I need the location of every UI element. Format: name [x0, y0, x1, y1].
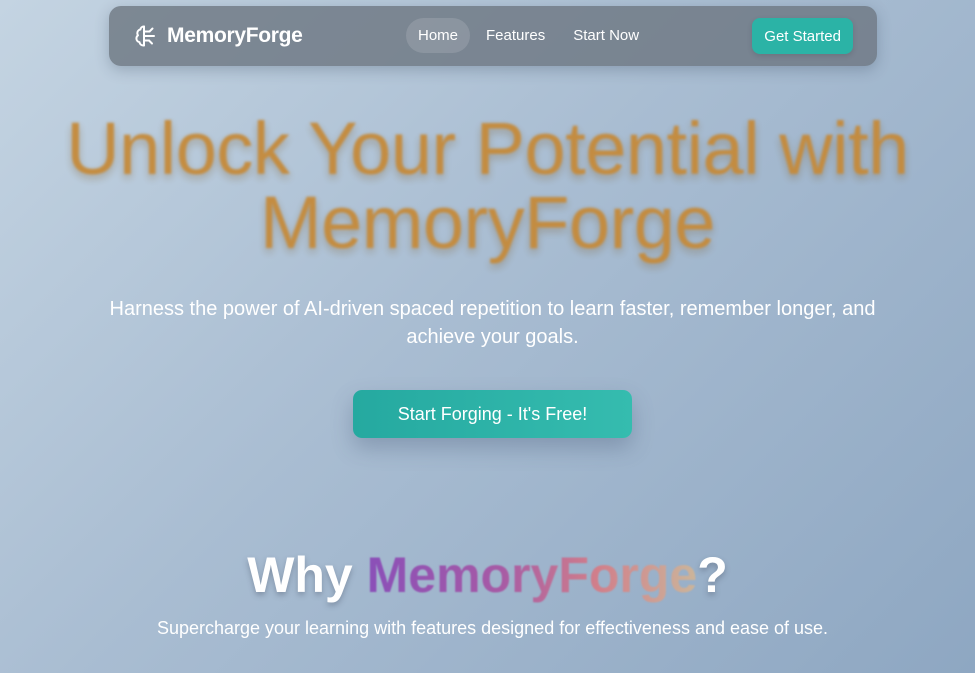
nav-link-home[interactable]: Home	[406, 18, 471, 53]
why-section-title: Why MemoryForge?	[0, 545, 975, 605]
get-started-button[interactable]: Get Started	[752, 18, 853, 54]
nav-link-features[interactable]: Features	[474, 18, 557, 53]
why-title-prefix: Why	[247, 547, 367, 603]
why-section-subtitle: Supercharge your learning with features …	[156, 618, 829, 638]
why-title-brand: MemoryForge	[366, 547, 698, 603]
brain-icon	[133, 23, 159, 49]
hero-title: Unlock Your Potential with MemoryForge	[66, 107, 909, 264]
nav-links: Home Features Start Now	[406, 18, 651, 53]
brand-name: MemoryForge	[167, 24, 303, 47]
hero-subtitle: Harness the power of AI-driven spaced re…	[109, 298, 876, 348]
nav-link-start-now[interactable]: Start Now	[561, 18, 651, 53]
brand-logo-link[interactable]: MemoryForge	[133, 6, 303, 66]
start-forging-button[interactable]: Start Forging - It's Free!	[353, 390, 632, 438]
top-navbar: MemoryForge Home Features Start Now Get …	[109, 6, 877, 66]
why-title-suffix: ?	[697, 547, 728, 603]
